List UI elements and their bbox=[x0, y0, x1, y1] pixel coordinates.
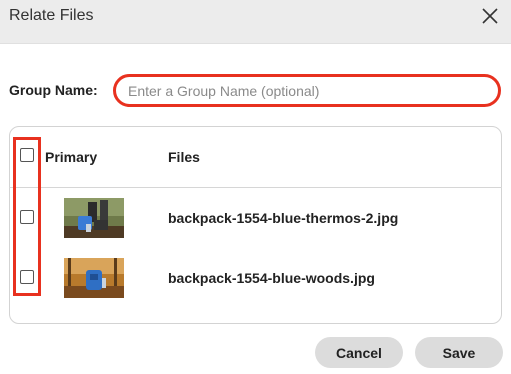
save-button[interactable]: Save bbox=[415, 337, 503, 368]
group-name-input[interactable] bbox=[113, 74, 501, 107]
column-header-files: Files bbox=[168, 149, 200, 165]
column-header-primary: Primary bbox=[45, 149, 98, 165]
close-button[interactable] bbox=[479, 5, 501, 27]
primary-checkbox-highlight bbox=[13, 137, 41, 296]
image-thumbnail bbox=[64, 258, 124, 298]
group-name-label: Group Name: bbox=[9, 82, 98, 98]
close-icon bbox=[482, 8, 498, 24]
cancel-button[interactable]: Cancel bbox=[315, 337, 403, 368]
image-thumbnail bbox=[64, 198, 124, 238]
table-header-divider bbox=[9, 187, 502, 188]
file-name: backpack-1554-blue-woods.jpg bbox=[168, 270, 375, 286]
dialog-title: Relate Files bbox=[9, 7, 94, 24]
dialog-header: Relate Files bbox=[0, 0, 511, 44]
file-name: backpack-1554-blue-thermos-2.jpg bbox=[168, 210, 399, 226]
